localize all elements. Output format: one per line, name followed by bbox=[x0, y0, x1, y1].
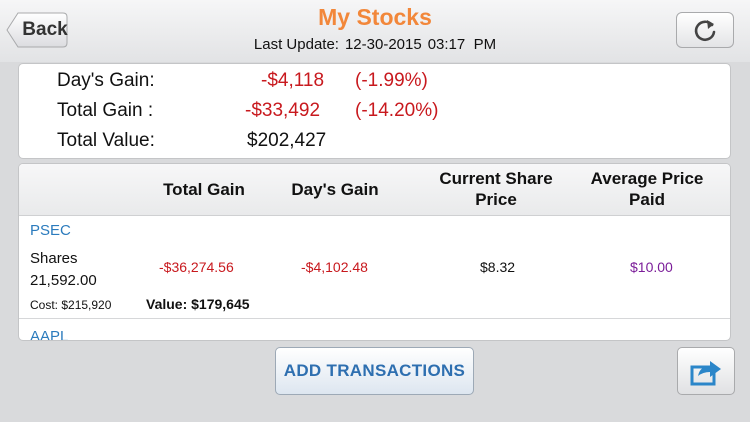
share-button[interactable] bbox=[677, 347, 735, 395]
header-avg-price-line2: Paid bbox=[629, 190, 665, 209]
days-gain-value: -$4,118 bbox=[261, 70, 325, 91]
total-value-row: Total Value: $202,427 bbox=[19, 130, 719, 158]
last-update-label: Last Update: bbox=[253, 36, 339, 53]
days-gain-pct: (-1.99%) bbox=[355, 70, 428, 91]
market-value: Value: $179,645 bbox=[146, 296, 250, 312]
last-update-time: 03:17 PM bbox=[427, 36, 497, 53]
total-value-value: $202,427 bbox=[247, 130, 327, 151]
header-current-price-line2: Price bbox=[475, 190, 517, 209]
header-days-gain: Day's Gain bbox=[291, 180, 379, 199]
total-gain-row: Total Gain : -$33,492 (-14.20%) bbox=[19, 100, 719, 128]
total-gain-pct: (-14.20%) bbox=[355, 100, 439, 121]
top-bar: Back My Stocks Last Update: 12-30-2015 03:… bbox=[0, 0, 750, 62]
days-gain-row: Day's Gain: -$4,118 (-1.99%) bbox=[19, 70, 719, 98]
add-transactions-button[interactable]: ADD TRANSACTIONS bbox=[275, 347, 474, 395]
header-current-price-line1: Current Share bbox=[439, 169, 553, 188]
shares-label: Shares bbox=[30, 250, 78, 267]
days-gain-label: Day's Gain: bbox=[57, 70, 155, 91]
header-avg-price: Average Price Paid bbox=[569, 168, 725, 210]
holdings-table[interactable]: Total Gain Day's Gain Current Share Pric… bbox=[18, 163, 731, 341]
page-title: My Stocks bbox=[318, 4, 432, 30]
row-divider bbox=[19, 318, 730, 319]
cost-basis: Cost: $215,920 bbox=[30, 298, 112, 312]
last-update: Last Update: 12-30-2015 03:17 PM bbox=[0, 36, 750, 53]
header-total-gain: Total Gain bbox=[163, 180, 245, 199]
header-current-price: Current Share Price bbox=[417, 168, 575, 210]
total-value-label: Total Value: bbox=[57, 130, 155, 151]
stock-symbol[interactable]: AAPL bbox=[30, 328, 68, 340]
shares-count: 21,592.00 bbox=[30, 272, 97, 289]
header-avg-price-line1: Average Price bbox=[590, 169, 704, 188]
current-price-value: $8.32 bbox=[480, 259, 516, 275]
refresh-button[interactable] bbox=[676, 12, 734, 48]
refresh-icon bbox=[694, 20, 716, 42]
last-update-date: 12-30-2015 bbox=[344, 36, 422, 53]
days-gain-value: -$4,102.48 bbox=[301, 259, 368, 275]
stock-symbol[interactable]: PSEC bbox=[30, 222, 71, 239]
total-gain-value: -$36,274.56 bbox=[159, 259, 234, 275]
avg-price-value: $10.00 bbox=[630, 259, 673, 275]
share-icon bbox=[690, 361, 721, 386]
table-header: Total Gain Day's Gain Current Share Pric… bbox=[19, 164, 730, 216]
total-gain-value: -$33,492 bbox=[245, 100, 321, 121]
portfolio-summary: Day's Gain: -$4,118 (-1.99%) Total Gain … bbox=[18, 63, 731, 159]
total-gain-label: Total Gain : bbox=[57, 100, 154, 121]
